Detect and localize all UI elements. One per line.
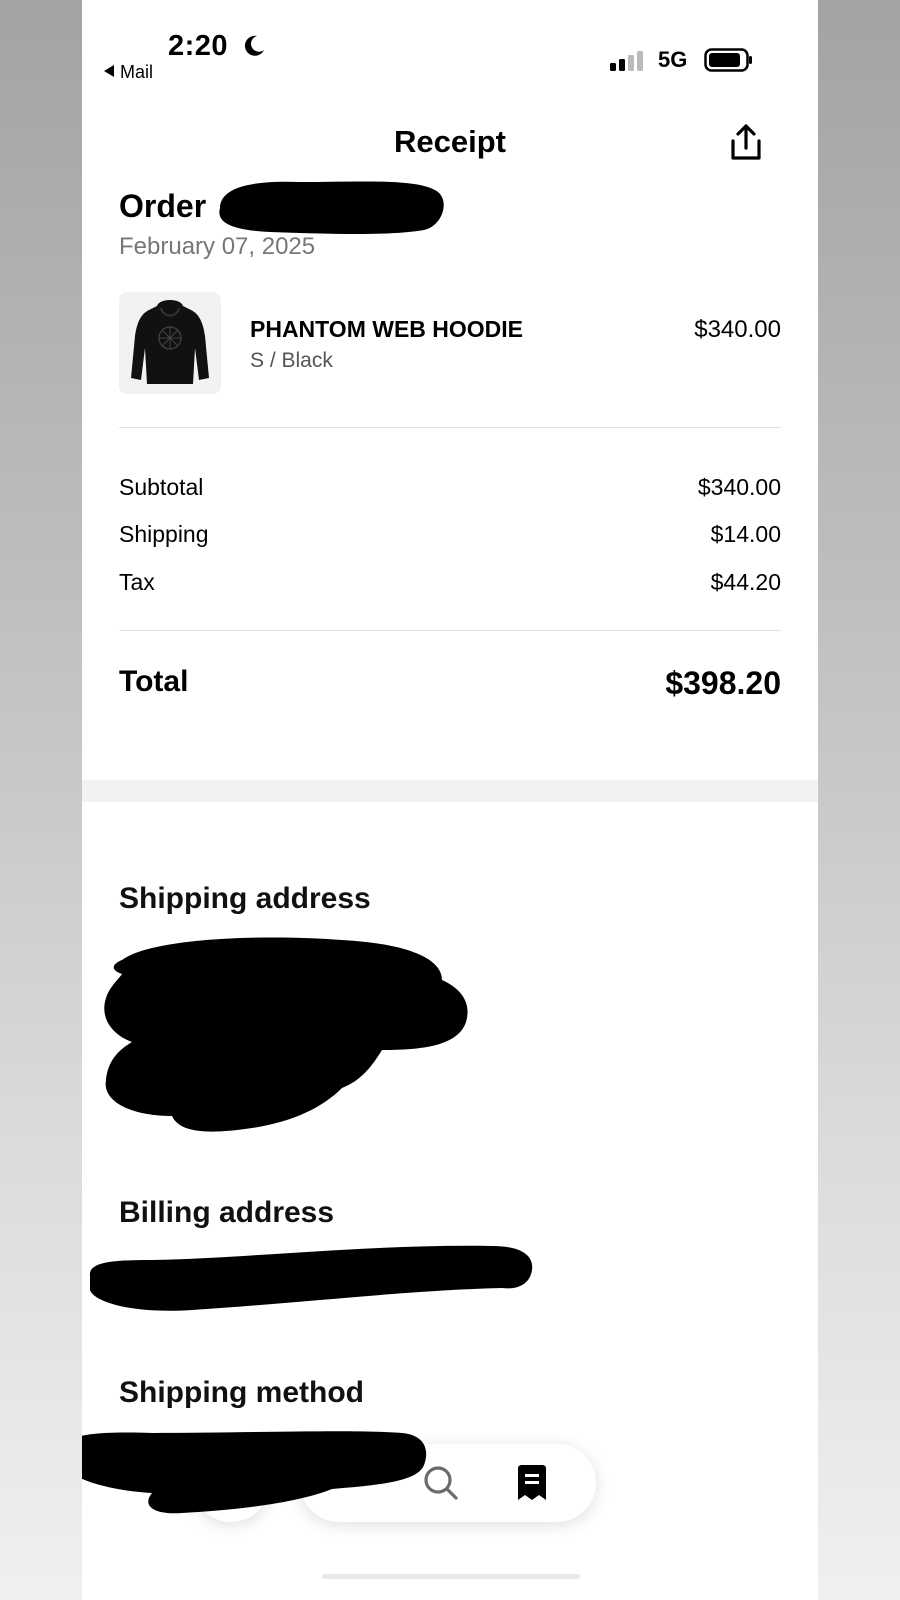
back-arrow-icon <box>104 65 114 77</box>
total-label: Total <box>119 665 189 698</box>
receipt-icon[interactable] <box>516 1464 548 1502</box>
shipping-address-heading: Shipping address <box>119 882 371 915</box>
product-thumbnail <box>119 292 221 394</box>
network-label: 5G <box>658 47 688 72</box>
battery-icon <box>704 48 752 72</box>
shipping-label: Shipping <box>119 521 209 547</box>
tax-label: Tax <box>119 569 155 595</box>
shipping-method-heading: Shipping method <box>119 1376 364 1409</box>
home-indicator[interactable] <box>322 1574 580 1579</box>
redaction-shipping-method <box>82 1431 427 1514</box>
redaction-billing-address <box>89 1245 533 1311</box>
divider <box>119 427 781 428</box>
shipping-value: $14.00 <box>710 521 781 547</box>
product-price: $340.00 <box>694 316 781 343</box>
total-value: $398.20 <box>665 665 781 701</box>
divider <box>119 630 781 631</box>
status-time: 2:20 <box>168 30 229 62</box>
back-to-mail-link[interactable]: Mail <box>104 62 153 83</box>
section-separator <box>82 780 818 802</box>
bottom-fade <box>82 1530 818 1600</box>
hoodie-image <box>131 300 209 384</box>
product-variant: S / Black <box>250 349 333 372</box>
subtotal-label: Subtotal <box>119 474 204 500</box>
billing-address-heading: Billing address <box>119 1196 335 1229</box>
order-number-label: Order <box>119 188 207 224</box>
signal-icon <box>610 51 643 71</box>
tax-value: $44.20 <box>710 569 781 595</box>
page-title: Receipt <box>394 124 506 159</box>
subtotal-value: $340.00 <box>697 474 781 500</box>
product-name: PHANTOM WEB HOODIE <box>250 316 524 342</box>
order-date: February 07, 2025 <box>119 233 316 260</box>
moon-icon <box>244 35 264 56</box>
back-app-label: Mail <box>120 62 154 82</box>
share-icon[interactable] <box>728 124 764 162</box>
redaction-shipping-address <box>104 937 468 1132</box>
receipt-screen: 2:20 Mail 5G Receipt Order February 07, … <box>82 0 818 1600</box>
